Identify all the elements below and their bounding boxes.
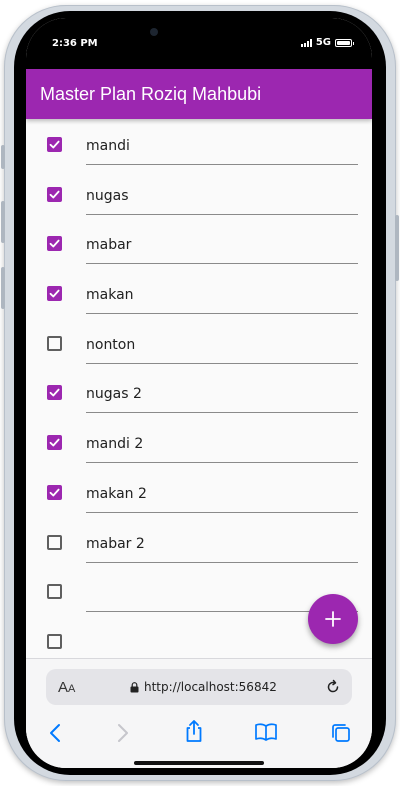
checkmark-icon — [49, 240, 60, 248]
app-title: Master Plan Roziq Mahbubi — [40, 84, 262, 104]
task-text-field[interactable]: nugas — [86, 181, 358, 215]
task-list: mandi nugas mabar makan nonton nugas 2 mandi 2… — [26, 119, 372, 659]
task-checkbox[interactable] — [47, 484, 62, 500]
phone-screen: 2:36 PM 5G Master Plan Roziq Mahbubi man… — [26, 18, 372, 768]
lock-icon — [130, 681, 139, 692]
task-checkbox[interactable] — [47, 385, 62, 401]
task-row: mabar 2 — [26, 517, 372, 567]
browser-toolbar: AA http://localhost:56842 — [26, 658, 372, 768]
battery-icon — [335, 38, 354, 47]
volume-down-button — [1, 267, 5, 309]
task-checkbox[interactable] — [47, 584, 62, 600]
task-text-field[interactable]: mabar 2 — [86, 529, 358, 563]
task-text-field[interactable]: mandi 2 — [86, 429, 358, 464]
task-text-field[interactable]: mandi — [86, 131, 358, 165]
back-icon[interactable] — [48, 722, 62, 744]
notch — [168, 18, 230, 32]
share-icon[interactable] — [184, 719, 204, 743]
app-bar: Master Plan Roziq Mahbubi — [26, 69, 372, 119]
url-text: http://localhost:56842 — [144, 680, 277, 694]
home-indicator — [134, 761, 264, 765]
status-time: 2:36 PM — [52, 38, 98, 49]
address-bar[interactable]: AA http://localhost:56842 — [46, 669, 352, 705]
task-row: nonton — [26, 318, 372, 368]
text-size-button[interactable]: AA — [58, 679, 75, 696]
add-task-button[interactable] — [308, 594, 358, 644]
safari-nav-bar — [26, 719, 372, 749]
task-checkbox[interactable] — [47, 335, 62, 351]
task-checkbox[interactable] — [47, 186, 62, 202]
checkmark-icon — [49, 488, 60, 497]
task-row: makan 2 — [26, 467, 372, 517]
task-text-field[interactable]: mabar — [86, 230, 358, 265]
url-display[interactable]: http://localhost:56842 — [130, 680, 277, 694]
signal-icon — [300, 38, 312, 47]
task-row: mandi 2 — [26, 417, 372, 467]
mute-switch — [1, 145, 5, 169]
status-indicators: 5G — [300, 37, 354, 48]
task-row: mabar — [26, 218, 372, 268]
volume-up-button — [1, 201, 5, 243]
task-text-field[interactable]: nonton — [86, 330, 358, 364]
forward-icon[interactable] — [116, 722, 130, 744]
bookmarks-icon[interactable] — [254, 722, 278, 742]
task-text-field[interactable]: makan — [86, 280, 358, 315]
task-text-field[interactable]: makan 2 — [86, 479, 358, 513]
checkmark-icon — [49, 438, 60, 447]
checkmark-icon — [49, 190, 60, 199]
reload-icon[interactable] — [324, 678, 342, 696]
task-checkbox[interactable] — [47, 435, 62, 451]
task-row: nugas 2 — [26, 367, 372, 417]
tabs-icon[interactable] — [330, 722, 352, 744]
task-row: makan — [26, 268, 372, 318]
task-row: mandi — [26, 119, 372, 169]
power-button — [395, 215, 399, 281]
checkmark-icon — [49, 289, 60, 298]
task-checkbox[interactable] — [47, 286, 62, 302]
task-checkbox[interactable] — [47, 236, 62, 252]
task-checkbox[interactable] — [47, 137, 62, 152]
checkmark-icon — [49, 389, 60, 397]
task-row: nugas — [26, 169, 372, 219]
checkmark-icon — [49, 140, 60, 149]
camera-icon — [150, 28, 158, 36]
task-text-field[interactable]: nugas 2 — [86, 379, 358, 414]
network-label: 5G — [315, 37, 331, 48]
status-bar: 2:36 PM 5G — [26, 18, 372, 70]
task-checkbox[interactable] — [47, 633, 62, 649]
plus-icon — [325, 611, 341, 627]
task-checkbox[interactable] — [47, 534, 62, 550]
